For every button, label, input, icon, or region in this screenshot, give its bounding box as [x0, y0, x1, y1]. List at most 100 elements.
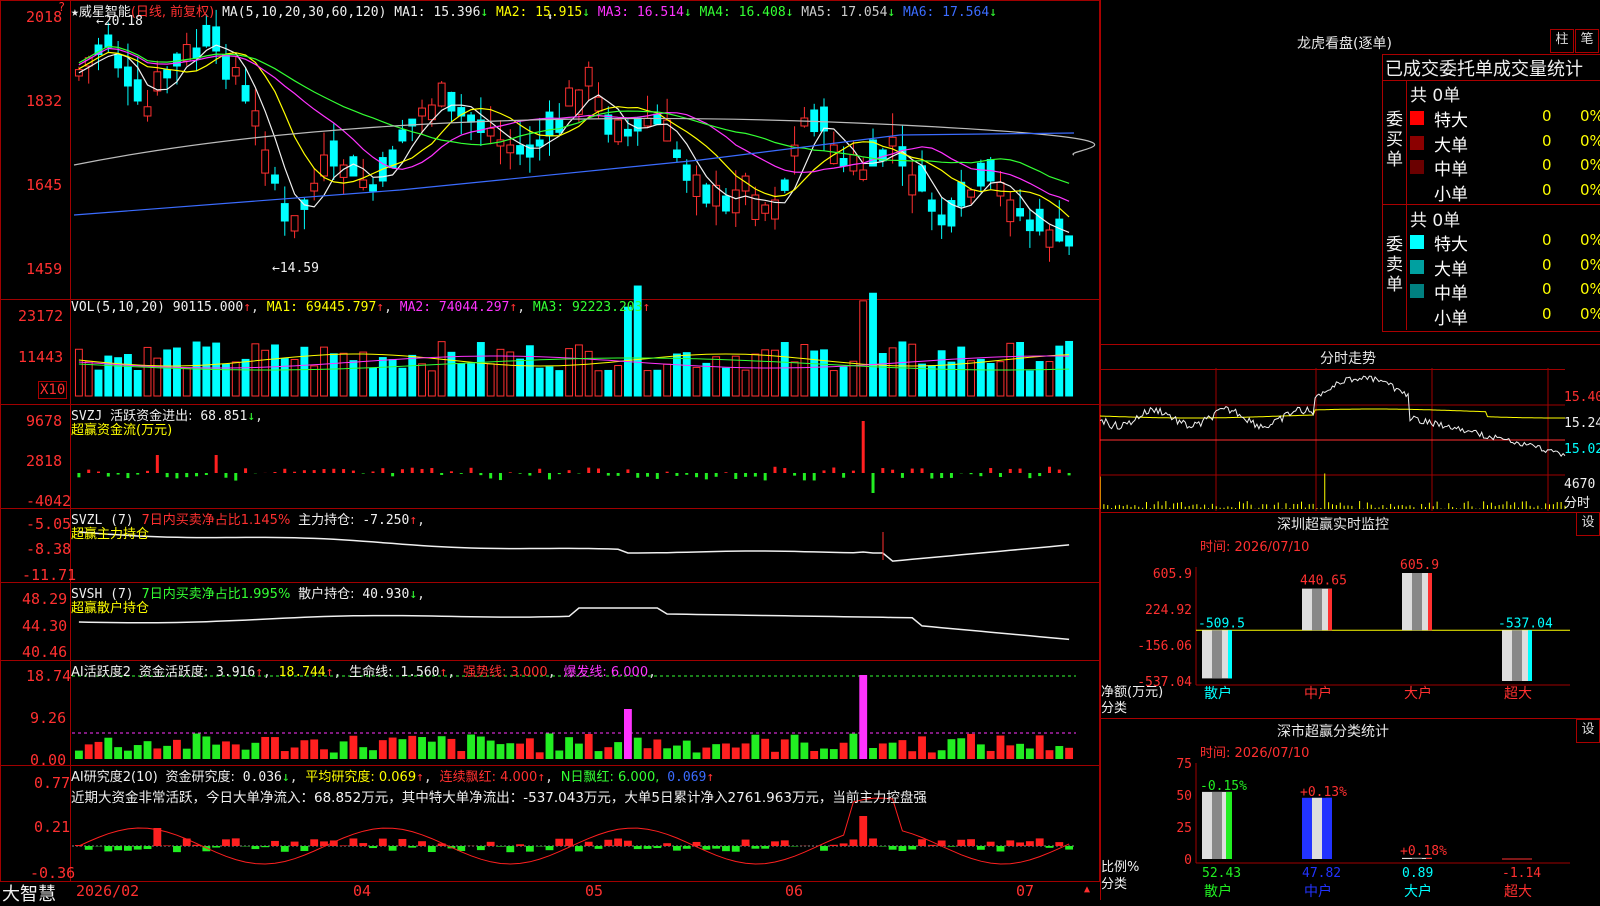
scroll-icon[interactable]: ▲ [1084, 884, 1090, 895]
candle-body [546, 112, 553, 136]
candle-body [203, 25, 210, 46]
star-icon[interactable]: ★ [71, 5, 79, 20]
candle-body [193, 48, 200, 58]
candle-body [644, 118, 651, 126]
x-axis-label-4: 06 [785, 882, 803, 900]
ai1-bar [389, 738, 397, 759]
fl-settings-button[interactable]: 设 [1576, 719, 1600, 743]
svzj-bar [636, 473, 639, 478]
ai2-bar [683, 846, 691, 849]
ai1-bar [928, 752, 936, 759]
ai1-bar [506, 743, 514, 759]
candle-body [536, 140, 543, 146]
ai1-bar [438, 736, 446, 759]
ai1-bar [477, 737, 485, 759]
menu-icon[interactable]: ? [58, 0, 65, 14]
svzj-bar [234, 473, 237, 481]
sell-swatch [1410, 284, 1424, 298]
svzj-bar [666, 472, 669, 473]
bar-mode-button[interactable]: 柱 [1550, 29, 1574, 53]
fs-vol: 4670 [1564, 477, 1595, 492]
ai1-bar [1046, 750, 1054, 759]
ai2-bar [653, 846, 661, 848]
svzj-bar [970, 473, 973, 474]
svzj-bar [1009, 469, 1012, 473]
svzj-bar [773, 467, 776, 473]
ai1-bar [183, 749, 191, 759]
volume-bar [997, 362, 1004, 396]
ai1-bar [869, 748, 877, 759]
tick-mode-button[interactable]: 笔 [1575, 29, 1599, 53]
ai2-bar [369, 846, 377, 848]
candle-body [487, 128, 494, 136]
volume-bar [850, 361, 857, 396]
sz-box-top [1100, 512, 1600, 513]
intraday-chart[interactable] [1100, 368, 1600, 512]
sell-total: 共 0单 [1410, 206, 1460, 231]
sz-bar-edge [1328, 589, 1332, 631]
ai1-bar [879, 743, 887, 759]
ai1-bar [997, 736, 1005, 759]
fs-axis-3: 15.02 [1564, 442, 1600, 457]
fl-bar-2 [1302, 798, 1332, 859]
ai1-bar [320, 749, 328, 759]
ai2-bar [408, 846, 416, 848]
volume-bar [409, 355, 416, 396]
svzj-bar [558, 473, 561, 474]
svzj-bar [273, 472, 276, 473]
ai2-bar [771, 841, 779, 846]
volume-bar [1056, 346, 1063, 396]
ma-params: MA(5,10,20,30,60,120) [222, 5, 386, 20]
sell-count: 0 [1542, 231, 1552, 249]
svzj-bar [764, 473, 767, 480]
svzj-bar [989, 468, 992, 473]
ai1-bar [408, 736, 416, 759]
volume-bar [732, 356, 739, 396]
volume-bar [428, 371, 435, 396]
ai1-bar [585, 734, 593, 759]
ai1-bar [222, 741, 230, 759]
svzj-bar [421, 469, 424, 473]
period-label[interactable]: (日线, 前复权) [131, 5, 214, 20]
ai1-bar [536, 752, 544, 759]
svzj-bar [930, 473, 933, 479]
svzj-bar [460, 473, 463, 474]
volume-bar [517, 359, 524, 396]
ai1-bar [291, 747, 299, 759]
ai1-bar [359, 747, 367, 759]
svzj-bar [852, 471, 855, 473]
fs-box [1100, 344, 1600, 345]
ai2-bar [546, 846, 554, 850]
svzj-bar [862, 421, 865, 473]
sz-settings-button[interactable]: 设 [1576, 512, 1600, 536]
ai1-bar [634, 738, 642, 759]
fl-axis-tick: 0 [1184, 853, 1192, 868]
sell-name: 中单 [1434, 279, 1468, 304]
ai1-bar [516, 744, 524, 759]
volume-bar [566, 349, 573, 396]
svzj-bar [940, 473, 943, 478]
svzj-bar [224, 473, 227, 478]
candle-body [703, 185, 710, 203]
ma-value-2: MA2: 15.915 [496, 5, 582, 20]
ai2-bar [271, 841, 279, 846]
ai2-bar [575, 846, 583, 851]
ai2-red-line [79, 798, 1069, 864]
fs-axis-1: 15.40 [1564, 390, 1600, 405]
ai1-bar [830, 749, 838, 759]
candle-body [654, 114, 661, 124]
svzj-bar [205, 473, 208, 475]
volume-bar [772, 350, 779, 396]
x-axis-label-1: 2026/02 [76, 882, 139, 900]
buy-name: 大单 [1434, 131, 1468, 156]
svzj-bar [519, 473, 522, 474]
sell-swatch [1410, 260, 1424, 274]
volume-bar [811, 351, 818, 396]
ai1-bar [1016, 744, 1024, 759]
candle-body [997, 182, 1004, 196]
fl-xlabel: 分类 [1101, 873, 1127, 892]
kline-chart-area[interactable] [0, 0, 1100, 900]
brand-logo[interactable]: 大智慧 [2, 880, 56, 906]
ai2-bar [889, 846, 897, 850]
fl-axis-tick: 50 [1176, 789, 1192, 804]
